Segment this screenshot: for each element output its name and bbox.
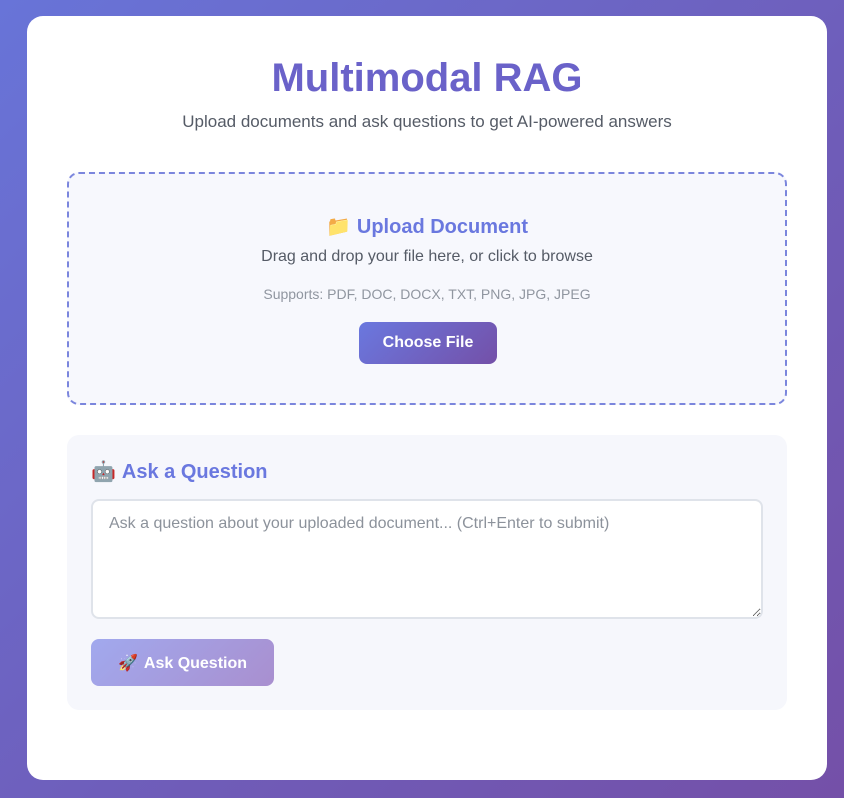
question-input[interactable] [91, 499, 763, 619]
robot-icon: 🤖 [91, 461, 116, 483]
upload-description: Drag and drop your file here, or click t… [261, 248, 593, 265]
upload-dropzone[interactable]: 📁 Upload Document Drag and drop your file… [67, 172, 787, 405]
upload-heading-label: Upload Document [356, 216, 529, 238]
ask-question-panel: 🤖Ask a Question 🚀 Ask Question [67, 435, 787, 710]
ask-heading-label: Ask a Question [121, 461, 268, 483]
ask-heading: 🤖 Ask a Question [91, 459, 268, 484]
rocket-icon: 🚀 [117, 654, 138, 672]
main-card: Multimodal RAG Upload documents and ask … [27, 16, 827, 780]
supported-formats: Supports: PDF, DOC, DOCX, TXT, PNG, JPG,… [263, 286, 591, 302]
ask-question-button-label: Ask Question [143, 654, 248, 672]
choose-file-button[interactable]: Choose File [359, 322, 497, 364]
folder-icon: 📁 [325, 216, 351, 238]
ask-question-button[interactable]: 🚀 Ask Question [91, 639, 274, 686]
upload-heading: 📁 Upload Document [69, 214, 785, 239]
page-title: Multimodal RAG [271, 56, 583, 100]
page-subtitle: Upload documents and ask questions to ge… [182, 112, 672, 131]
